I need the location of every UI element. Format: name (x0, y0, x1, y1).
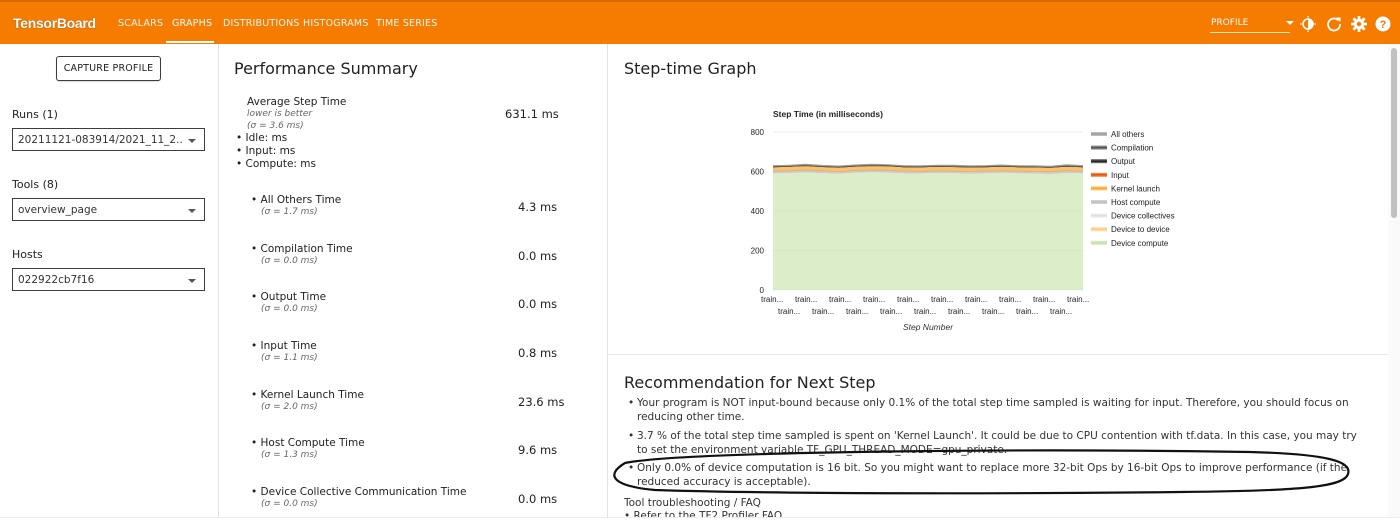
scrollbar[interactable] (1388, 44, 1400, 527)
window-bottom-edge (0, 517, 1400, 527)
hand-drawn-ellipse-annotation (613, 449, 1350, 495)
scrollbar-thumb[interactable] (1391, 48, 1397, 218)
faq-title: Tool troubleshooting / FAQ (624, 497, 761, 509)
